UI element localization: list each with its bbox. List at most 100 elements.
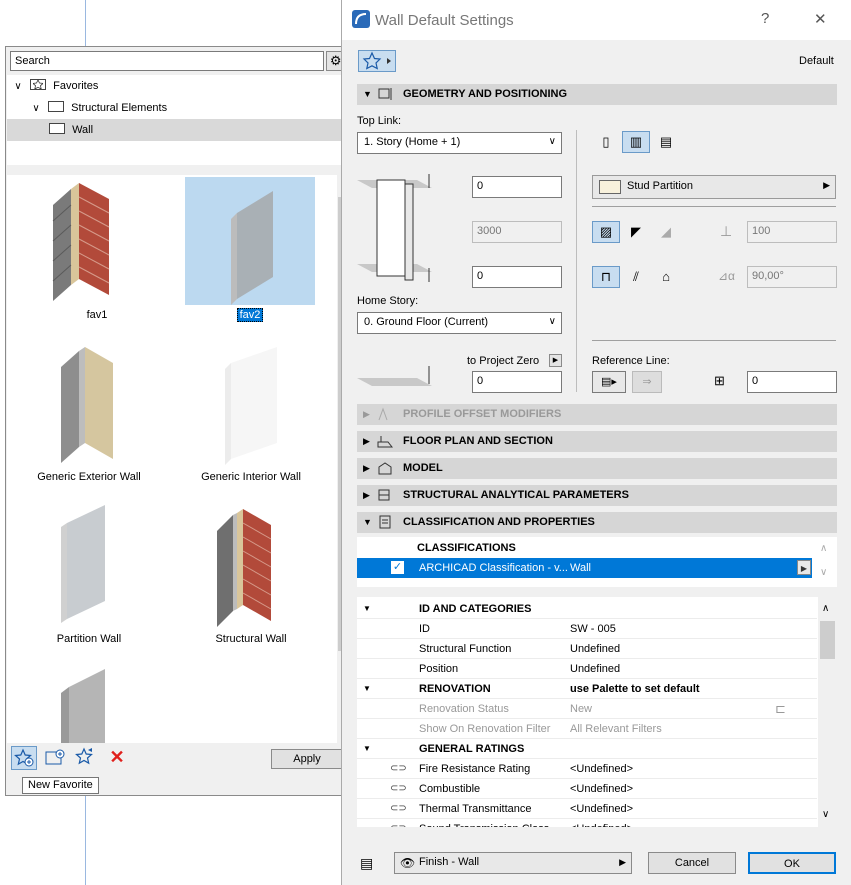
reference-offset-icon: ⊞ [714,373,725,388]
wall-geometry-trapezoid-icon[interactable]: ▥ [622,131,650,153]
wall-shape-double-slanted-icon[interactable]: ⌂ [652,266,680,288]
scrollbar-thumb[interactable] [820,621,835,659]
floor-plan-icon [377,434,394,448]
tree-label: Favorites [53,80,99,92]
wall-shape-slanted-icon[interactable]: ⫽ [622,266,650,288]
profile-icon [377,407,393,421]
favorite-tile[interactable] [19,663,159,743]
bottom-offset-field[interactable]: 0 [472,266,562,288]
to-project-zero-label: to Project Zero [467,355,540,367]
chevron-down-icon[interactable]: ∨ [29,98,43,120]
property-row[interactable]: ID SW - 005 [357,619,817,639]
brick-wall-thumbnail [52,183,110,301]
favorite-tile[interactable]: Generic Interior Wall [181,339,321,499]
concrete-wall-thumbnail [61,669,105,743]
chevron-right-icon[interactable]: ▶ [797,560,811,575]
reference-line-label: Reference Line: [592,355,670,367]
default-label: Default [799,55,834,67]
scroll-down-arrow[interactable]: ∨ [820,567,827,578]
property-row[interactable]: ⊂⊃ Thermal Transmittance <Undefined> [357,799,817,819]
scroll-up-arrow[interactable]: ∧ [822,603,829,614]
favorite-tile-selected[interactable]: fav2 [185,177,319,337]
section-floor-plan[interactable]: ▶ FLOOR PLAN AND SECTION [357,431,837,452]
top-link-select[interactable]: 1. Story (Home + 1) ∨ [357,132,562,154]
help-button[interactable]: ? [761,10,769,27]
favorites-palette: Search ⚙▸ ∨ Favorites ∨ Structural Eleme… [5,46,355,796]
tree-item-favorites[interactable]: ∨ Favorites [11,75,351,97]
reference-offset-field[interactable]: 0 [747,371,837,393]
tile-label[interactable]: fav2 [236,308,264,322]
cancel-button[interactable]: Cancel [648,852,736,874]
folder-star-icon [30,79,47,90]
wall-section-diagram [357,174,432,386]
chevron-down-icon: ▼ [363,517,372,527]
property-row[interactable]: Position Undefined [357,659,817,679]
favorites-button[interactable] [358,50,396,72]
project-zero-field[interactable]: 0 [472,371,562,393]
layer-select[interactable]: 👁 Finish - Wall ▶ [394,852,632,874]
interior-wall-thumbnail [225,347,277,465]
link-icon: ⊂⊃ [390,783,407,794]
tree-item-wall[interactable]: Wall [7,119,352,141]
section-geometry[interactable]: ▼ GEOMETRY AND POSITIONING [357,84,837,105]
section-classification[interactable]: ▼ CLASSIFICATION AND PROPERTIES [357,512,837,533]
new-folder-icon[interactable] [43,746,67,770]
wall-shape-straight-icon[interactable]: ⊓ [592,266,620,288]
favorite-tile[interactable]: Generic Exterior Wall [19,339,159,499]
property-row[interactable]: ⊂⊃ Fire Resistance Rating <Undefined> [357,759,817,779]
redefine-favorite-icon[interactable] [73,746,97,770]
structure-slanted-icon[interactable]: ◤ [622,221,650,243]
tile-label: fav1 [86,309,108,321]
app-icon [352,10,370,28]
section-structural-analytical[interactable]: ▶ STRUCTURAL ANALYTICAL PARAMETERS [357,485,837,506]
checkbox[interactable]: ✓ [391,561,404,574]
wall-geometry-polygonal-icon[interactable]: ▤ [652,131,680,153]
group-renovation[interactable]: ▼ RENOVATION use Palette to set default [357,679,817,699]
project-zero-arrow[interactable]: ▶ [549,354,562,367]
group-id-categories[interactable]: ▼ ID AND CATEGORIES [357,599,817,619]
classifications-header: CLASSIFICATIONS [417,542,516,554]
property-row[interactable]: Structural Function Undefined [357,639,817,659]
new-favorite-icon[interactable] [11,746,37,770]
chevron-right-icon: ▶ [823,180,830,190]
link-icon: ⊂⊃ [390,763,407,774]
favorite-tile[interactable]: fav1 [27,177,167,337]
chevron-down-icon[interactable]: ∨ [11,76,25,98]
composite-select[interactable]: Stud Partition ▶ [592,175,836,199]
home-story-select[interactable]: 0. Ground Floor (Current) ∨ [357,312,562,334]
wall-geometry-straight-icon[interactable]: ▯ [592,131,620,153]
scroll-down-arrow[interactable]: ∨ [822,809,829,820]
classification-row[interactable]: ✓ ARCHICAD Classification - v... Wall ▶ [357,558,812,578]
tree-label: Structural Elements [71,102,168,114]
height-field: 3000 [472,221,562,243]
interior-wall-thumbnail [231,191,273,305]
scroll-up-arrow[interactable]: ∧ [820,543,827,554]
column-divider [576,130,577,392]
ok-button[interactable]: OK [748,852,836,874]
favorite-tile[interactable]: Structural Wall [181,501,321,661]
apply-button[interactable]: Apply [271,749,343,769]
top-offset-field[interactable]: 0 [472,176,562,198]
structure-basic-icon[interactable]: ▨ [592,221,620,243]
eye-icon: 👁 [400,856,416,870]
tree-item-structural-elements[interactable]: ∨ Structural Elements [29,97,349,119]
chevron-right-icon: ▶ [363,463,370,473]
properties-scrollbar[interactable]: ∧ ∨ [818,597,837,827]
structural-icon [377,488,393,502]
favorite-tile[interactable]: Partition Wall [19,501,159,661]
folder-icon [48,101,65,112]
property-row[interactable]: ⊂⊃Sound Transmission Class<Undefined> [357,819,817,827]
model-icon [377,461,393,475]
home-story-label: Home Story: [357,295,419,307]
star-icon [362,51,391,70]
angle-field: 90,00° [747,266,837,288]
close-button[interactable]: ✕ [814,10,827,28]
wall-default-settings-dialog: Wall Default Settings ? ✕ Default ▼ GEOM… [341,0,851,885]
reference-line-select[interactable]: ▤▸ [592,371,626,393]
section-model[interactable]: ▶ MODEL [357,458,837,479]
delete-icon[interactable]: ✕ [105,746,129,770]
group-general-ratings[interactable]: ▼ GENERAL RATINGS [357,739,817,759]
chevron-down-icon: ∨ [548,136,556,147]
property-row[interactable]: ⊂⊃ Combustible <Undefined> [357,779,817,799]
search-input[interactable]: Search [10,51,324,71]
